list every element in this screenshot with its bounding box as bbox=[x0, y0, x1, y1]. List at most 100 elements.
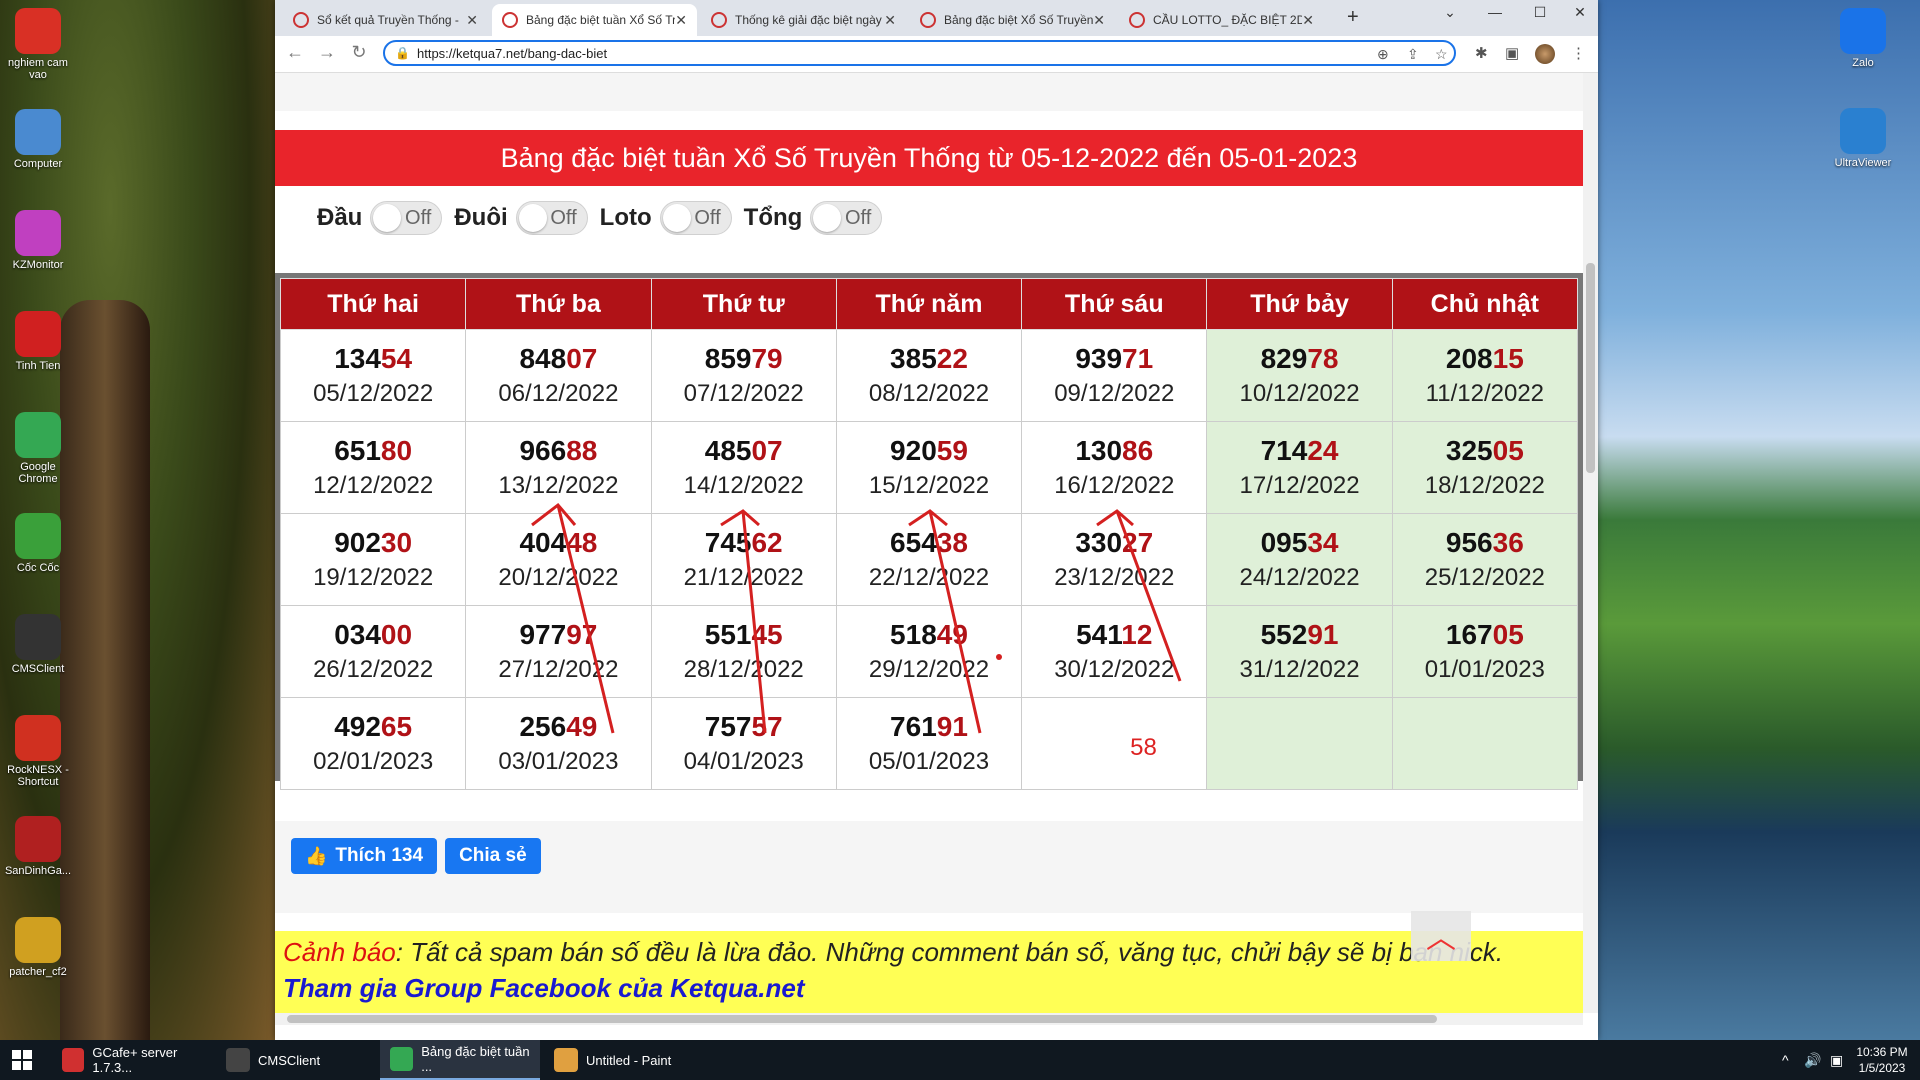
filter-toggle-3[interactable]: Off bbox=[810, 201, 883, 235]
close-tab-icon[interactable]: ✕ bbox=[675, 12, 687, 29]
prize-head: 541 bbox=[1076, 618, 1122, 650]
toggle-state: Off bbox=[844, 207, 872, 229]
extensions-icon[interactable]: ✱ bbox=[1475, 44, 1488, 62]
close-tab-icon[interactable]: ✕ bbox=[884, 12, 896, 29]
desktop-icon-9[interactable]: patcher_cf2 bbox=[4, 917, 72, 978]
prize-head: 095 bbox=[1260, 526, 1308, 558]
filter-toggle-1[interactable]: Off bbox=[515, 201, 588, 235]
filter-toggle-2[interactable]: Off bbox=[659, 201, 732, 235]
draw-date: 20/12/2022 bbox=[498, 563, 619, 591]
desktop-icon-4[interactable]: Google Chrome bbox=[4, 412, 72, 485]
desktop-icon-0[interactable]: nghiem cam vao bbox=[4, 8, 72, 81]
tab-search-icon[interactable]: ⌄ bbox=[1435, 4, 1465, 21]
draw-date: 05/01/2023 bbox=[868, 747, 990, 775]
browser-tab-2[interactable]: Thống kê giải đặc biệt ngày ✕ bbox=[701, 4, 906, 36]
back-icon[interactable]: ← bbox=[283, 42, 307, 63]
close-window-icon[interactable]: ✕ bbox=[1565, 4, 1595, 21]
draw-date: 23/12/2022 bbox=[1054, 563, 1175, 591]
browser-tab-0[interactable]: Sổ kết quả Truyền Thống - ✕ bbox=[283, 4, 488, 36]
prize-tail: 71 bbox=[1122, 342, 1154, 374]
close-tab-icon[interactable]: ✕ bbox=[1302, 12, 1314, 29]
system-clock[interactable]: 10:36 PM 1/5/2023 bbox=[1852, 1044, 1912, 1076]
toggle-state: Off bbox=[694, 207, 721, 229]
weekday-header: Thứ hai bbox=[279, 278, 467, 330]
weekday-header: Thứ tư bbox=[650, 278, 837, 330]
prize-tail: 07 bbox=[751, 434, 783, 466]
bookmark-star-icon[interactable]: ☆ bbox=[1435, 46, 1448, 63]
scroll-to-top-button[interactable]: ︿ bbox=[1411, 911, 1471, 961]
minimize-icon[interactable]: — bbox=[1480, 4, 1510, 20]
result-cell: 65180 12/12/2022 bbox=[279, 421, 467, 514]
menu-kebab-icon[interactable]: ⋮ bbox=[1571, 44, 1586, 62]
prize-tail: 91 bbox=[936, 710, 968, 742]
profile-avatar[interactable] bbox=[1535, 44, 1555, 64]
browser-toolbar: ← → ↻ 🔒 https://ketqua7.net/bang-dac-bie… bbox=[275, 36, 1598, 73]
result-cell: 49265 02/01/2023 bbox=[279, 697, 467, 790]
desktop-icon-1[interactable]: Computer bbox=[4, 109, 72, 170]
desktop-icon-right-1[interactable]: UltraViewer bbox=[1823, 108, 1903, 169]
desktop-icon-6[interactable]: CMSClient bbox=[4, 614, 72, 675]
windows-start-icon[interactable] bbox=[12, 1050, 32, 1070]
result-cell: 09534 24/12/2022 bbox=[1206, 513, 1393, 606]
browser-tab-3[interactable]: Bảng đặc biệt Xổ Số Truyền ✕ bbox=[910, 4, 1115, 36]
zoom-icon[interactable]: ⊕ bbox=[1377, 46, 1389, 63]
desktop-icon-5[interactable]: Cốc Cốc bbox=[4, 513, 72, 574]
facebook-group-link[interactable]: Tham gia Group Facebook của Ketqua.net bbox=[283, 973, 805, 1004]
side-panel-icon[interactable]: ▣ bbox=[1505, 44, 1519, 62]
address-bar[interactable]: 🔒 https://ketqua7.net/bang-dac-biet ⊕ ⇪ … bbox=[383, 40, 1456, 66]
sandinh-icon bbox=[15, 816, 61, 862]
maximize-icon[interactable]: ☐ bbox=[1525, 4, 1555, 21]
desktop-icon-right-0[interactable]: Zalo bbox=[1823, 8, 1903, 69]
taskbar-item-3[interactable]: Untitled - Paint bbox=[544, 1040, 704, 1080]
prize-number: 84807 bbox=[467, 341, 649, 377]
prize-number: 55145 bbox=[653, 617, 835, 653]
desktop-icon-3[interactable]: Tinh Tien bbox=[4, 311, 72, 372]
prize-head: 966 bbox=[519, 434, 567, 466]
prize-number: 33027 bbox=[1023, 525, 1205, 561]
zalo-icon bbox=[1840, 8, 1886, 54]
horizontal-scroll-thumb[interactable] bbox=[287, 1015, 1437, 1023]
desktop-icon-8[interactable]: SanDinhGa... bbox=[4, 816, 72, 877]
taskbar-item-2[interactable]: Bảng đặc biệt tuần ... bbox=[380, 1040, 540, 1080]
garena-icon bbox=[15, 311, 61, 357]
close-tab-icon[interactable]: ✕ bbox=[466, 12, 478, 29]
filter-toggle-0[interactable]: Off bbox=[370, 201, 443, 235]
volume-icon[interactable]: 🔊 bbox=[1804, 1052, 1821, 1069]
close-tab-icon[interactable]: ✕ bbox=[1093, 12, 1105, 29]
reload-icon[interactable]: ↻ bbox=[347, 42, 371, 63]
forward-icon[interactable]: → bbox=[315, 42, 339, 63]
prize-tail: 88 bbox=[566, 434, 598, 466]
browser-tab-1[interactable]: Bảng đặc biệt tuần Xổ Số Truyền Thống✕ bbox=[492, 4, 697, 36]
result-cell: 54112 30/12/2022 bbox=[1021, 605, 1208, 698]
taskbar-item-1[interactable]: CMSClient bbox=[216, 1040, 376, 1080]
prize-tail: 36 bbox=[1492, 526, 1524, 558]
share-icon[interactable]: ⇪ bbox=[1407, 46, 1419, 63]
tree-trunk bbox=[60, 300, 150, 1040]
draw-date: 30/12/2022 bbox=[1054, 655, 1175, 683]
filter-label: Loto bbox=[599, 204, 652, 231]
browser-tab-4[interactable]: CẦU LOTTO_ ĐẶC BIỆT 2D ✕ bbox=[1119, 4, 1324, 36]
prize-number: 93971 bbox=[1023, 341, 1205, 377]
horizontal-scrollbar[interactable] bbox=[275, 1013, 1583, 1025]
prize-number: 51849 bbox=[838, 617, 1020, 653]
prize-number: 76191 bbox=[838, 709, 1020, 745]
vertical-scroll-thumb[interactable] bbox=[1586, 263, 1595, 473]
desktop-icon-label: Zalo bbox=[1852, 57, 1874, 69]
prize-tail: 00 bbox=[380, 618, 413, 650]
prize-number: 97797 bbox=[467, 617, 649, 653]
vertical-scrollbar[interactable] bbox=[1583, 73, 1598, 1013]
prize-tail: 49 bbox=[566, 710, 598, 742]
network-icon[interactable]: ▣ bbox=[1830, 1052, 1843, 1069]
tray-chevron-icon[interactable]: ^ bbox=[1782, 1052, 1789, 1068]
share-button[interactable]: Chia sẻ bbox=[445, 838, 541, 874]
prize-head: 552 bbox=[1260, 618, 1308, 650]
new-tab-button[interactable]: + bbox=[1347, 6, 1359, 29]
desktop-icon-2[interactable]: KZMonitor bbox=[4, 210, 72, 271]
prize-head: 551 bbox=[704, 618, 752, 650]
prize-number: 65180 bbox=[282, 433, 464, 469]
prize-number: 16705 bbox=[1394, 617, 1576, 653]
kzmonitor-icon bbox=[15, 210, 61, 256]
desktop-icon-7[interactable]: RockNESX - Shortcut bbox=[4, 715, 72, 788]
taskbar-item-0[interactable]: GCafe+ server 1.7.3... bbox=[52, 1040, 212, 1080]
like-button[interactable]: 👍 Thích 134 bbox=[291, 838, 438, 874]
